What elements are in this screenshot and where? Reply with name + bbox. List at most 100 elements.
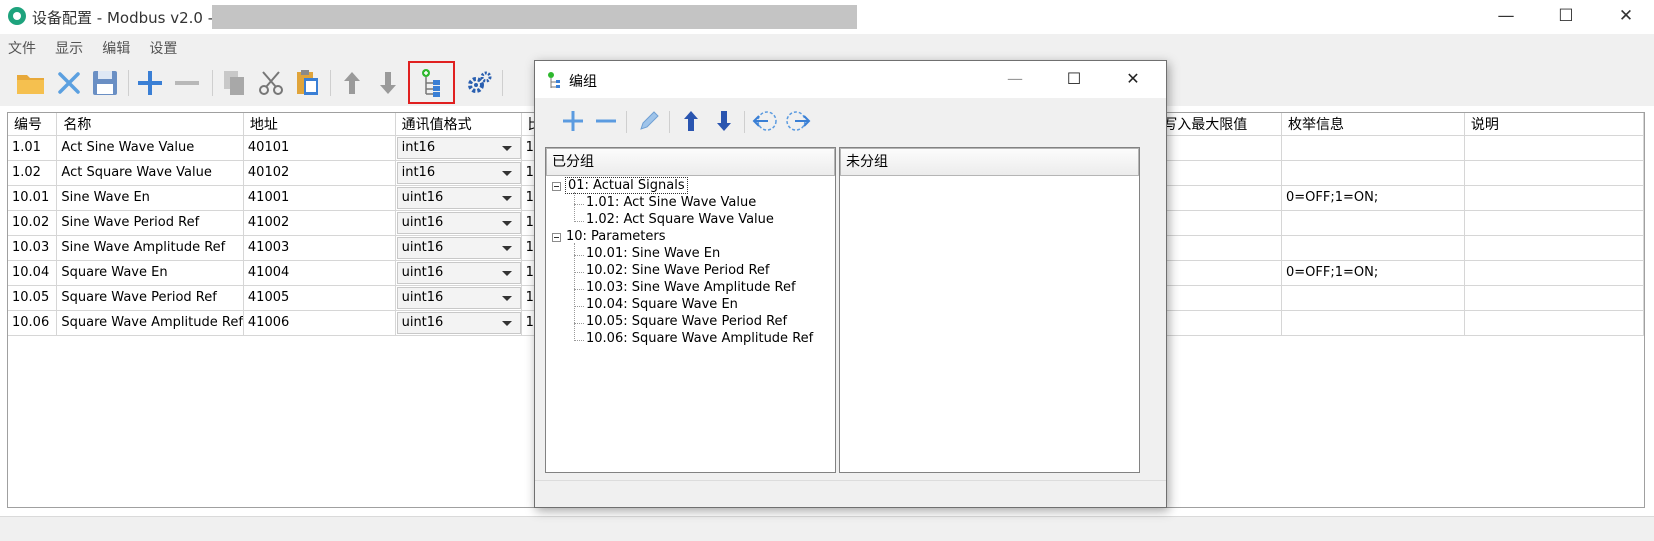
cell-enum[interactable]: 0=OFF;1=ON; [1281, 260, 1465, 286]
cell-description[interactable] [1464, 235, 1645, 261]
cell-write-max[interactable] [1156, 310, 1282, 336]
cell-description[interactable] [1464, 185, 1645, 211]
dropdown-arrow-icon[interactable] [501, 145, 512, 151]
cell-enum[interactable] [1281, 235, 1465, 261]
cell-name[interactable]: Square Wave Amplitude Ref [56, 310, 244, 336]
format-select[interactable]: uint16 [395, 310, 522, 336]
copy-icon[interactable] [218, 66, 252, 100]
cell-address[interactable]: 40102 [243, 160, 396, 186]
cell-number[interactable]: 10.06 [8, 310, 58, 336]
close-button[interactable]: ✕ [1598, 0, 1654, 34]
format-combobox[interactable]: uint16 [396, 286, 521, 309]
column-header[interactable]: 写入最大限值 [1156, 113, 1282, 136]
cell-write-max[interactable] [1156, 285, 1282, 311]
dropdown-arrow-icon[interactable] [501, 245, 512, 251]
cell-address[interactable]: 41001 [243, 185, 396, 211]
cell-enum[interactable] [1281, 310, 1465, 336]
tree-leaf-node[interactable]: 10.04: Square Wave En [586, 297, 738, 312]
format-select[interactable]: uint16 [395, 210, 522, 236]
cell-name[interactable]: Sine Wave Amplitude Ref [56, 235, 244, 261]
cell-write-max[interactable] [1156, 210, 1282, 236]
move-down-icon[interactable] [371, 66, 405, 100]
tree-leaf-node[interactable]: 10.06: Square Wave Amplitude Ref [586, 331, 813, 346]
move-to-left-icon[interactable] [752, 108, 778, 134]
dialog-maximize-button[interactable]: ☐ [1046, 63, 1102, 96]
cell-enum[interactable] [1281, 160, 1465, 186]
dropdown-arrow-icon[interactable] [501, 220, 512, 226]
tree-leaf-node[interactable]: 1.02: Act Square Wave Value [586, 212, 774, 227]
add-plus-icon[interactable] [133, 66, 167, 100]
dropdown-arrow-icon[interactable] [501, 270, 512, 276]
cell-number[interactable]: 1.02 [8, 160, 58, 186]
cell-description[interactable] [1464, 285, 1645, 311]
format-select[interactable]: int16 [395, 135, 522, 161]
tree-leaf-node[interactable]: 10.02: Sine Wave Period Ref [586, 263, 769, 278]
cell-address[interactable]: 41002 [243, 210, 396, 236]
cell-name[interactable]: Square Wave Period Ref [56, 285, 244, 311]
dropdown-arrow-icon[interactable] [501, 170, 512, 176]
format-select[interactable]: uint16 [395, 260, 522, 286]
cell-address[interactable]: 41006 [243, 310, 396, 336]
cell-name[interactable]: Sine Wave En [56, 185, 244, 211]
collapse-toggle-icon[interactable] [552, 233, 561, 242]
format-combobox[interactable]: int16 [396, 161, 521, 184]
cell-write-max[interactable] [1156, 135, 1282, 161]
cell-number[interactable]: 10.03 [8, 235, 58, 261]
cell-description[interactable] [1464, 260, 1645, 286]
paste-clipboard-icon[interactable] [290, 66, 324, 100]
cell-enum[interactable]: 0=OFF;1=ON; [1281, 185, 1465, 211]
cell-write-max[interactable] [1156, 185, 1282, 211]
cell-enum[interactable] [1281, 210, 1465, 236]
menu-edit[interactable]: 编辑 [102, 34, 130, 58]
cell-name[interactable]: Sine Wave Period Ref [56, 210, 244, 236]
tree-group-node[interactable]: 10: Parameters [566, 229, 665, 244]
format-combobox[interactable]: int16 [396, 136, 521, 159]
column-header[interactable]: 名称 [56, 113, 244, 136]
column-header[interactable]: 通讯值格式 [395, 113, 522, 136]
tree-leaf-node[interactable]: 10.01: Sine Wave En [586, 246, 720, 261]
cell-enum[interactable] [1281, 285, 1465, 311]
cell-address[interactable]: 41004 [243, 260, 396, 286]
move-up-icon[interactable] [678, 108, 704, 134]
menu-file[interactable]: 文件 [8, 34, 36, 58]
cell-write-max[interactable] [1156, 260, 1282, 286]
dropdown-arrow-icon[interactable] [501, 195, 512, 201]
column-header[interactable]: 编号 [8, 113, 58, 136]
cell-write-max[interactable] [1156, 160, 1282, 186]
settings-gears-icon[interactable] [463, 66, 497, 100]
cell-description[interactable] [1464, 135, 1645, 161]
cell-write-max[interactable] [1156, 235, 1282, 261]
save-disk-icon[interactable] [88, 66, 122, 100]
format-combobox[interactable]: uint16 [396, 186, 521, 209]
format-select[interactable]: uint16 [395, 185, 522, 211]
format-select[interactable]: uint16 [395, 285, 522, 311]
dialog-close-button[interactable]: ✕ [1105, 63, 1161, 96]
cell-address[interactable]: 41005 [243, 285, 396, 311]
cell-number[interactable]: 1.01 [8, 135, 58, 161]
cell-description[interactable] [1464, 210, 1645, 236]
cell-number[interactable]: 10.02 [8, 210, 58, 236]
move-to-right-icon[interactable] [785, 108, 811, 134]
collapse-toggle-icon[interactable] [552, 182, 561, 191]
cell-enum[interactable] [1281, 135, 1465, 161]
format-select[interactable]: uint16 [395, 235, 522, 261]
cell-name[interactable]: Square Wave En [56, 260, 244, 286]
menu-settings[interactable]: 设置 [149, 34, 177, 58]
format-combobox[interactable]: uint16 [396, 261, 521, 284]
cell-number[interactable]: 10.01 [8, 185, 58, 211]
minimize-button[interactable]: — [1478, 0, 1534, 34]
cell-name[interactable]: Act Sine Wave Value [56, 135, 244, 161]
column-header[interactable]: 地址 [243, 113, 396, 136]
tree-leaf-node[interactable]: 10.03: Sine Wave Amplitude Ref [586, 280, 796, 295]
tree-leaf-node[interactable]: 1.01: Act Sine Wave Value [586, 195, 756, 210]
cell-address[interactable]: 40101 [243, 135, 396, 161]
format-select[interactable]: int16 [395, 160, 522, 186]
open-folder-icon[interactable] [14, 66, 48, 100]
column-header[interactable]: 枚举信息 [1281, 113, 1465, 136]
tree-leaf-node[interactable]: 10.05: Square Wave Period Ref [586, 314, 787, 329]
cell-description[interactable] [1464, 310, 1645, 336]
delete-x-icon[interactable] [52, 66, 86, 100]
dropdown-arrow-icon[interactable] [501, 320, 512, 326]
format-combobox[interactable]: uint16 [396, 236, 521, 259]
add-plus-icon[interactable] [560, 108, 586, 134]
